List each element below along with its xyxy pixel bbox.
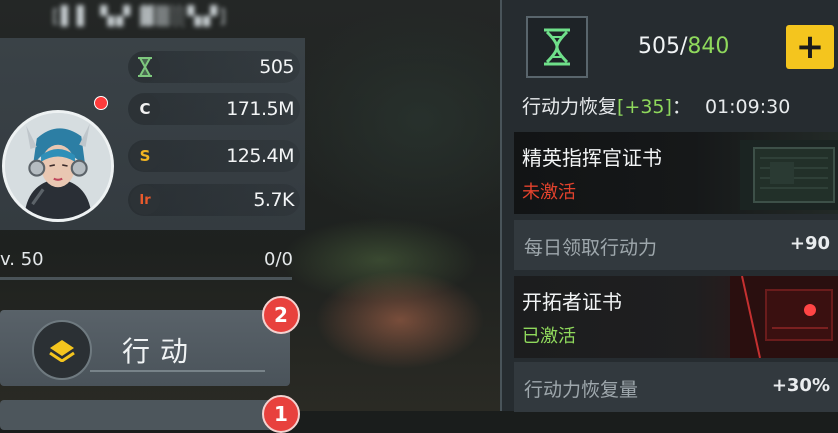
exp-progress-bar (0, 277, 292, 280)
elite-card-artwork (740, 140, 838, 210)
daily-stamina-value: +90 (789, 233, 830, 254)
divider (90, 370, 265, 372)
recovery-row: 行动力恢复[+35]： 01:09:30 (522, 92, 790, 119)
recovery-colon: ： (671, 96, 691, 118)
secondary-notification-badge: 1 (262, 395, 300, 433)
stamina-value: 505 (259, 56, 294, 78)
daily-stamina-row: 每日领取行动力 +90 (514, 220, 838, 270)
add-stamina-button[interactable]: + (786, 25, 834, 69)
player-exp: 0/0 (264, 249, 293, 270)
dna-hourglass-icon (544, 28, 570, 66)
gold-value: 125.4M (226, 145, 294, 167)
hourglass-icon (130, 52, 160, 82)
recovery-timer: 01:09:30 (704, 96, 791, 118)
avatar-notification-dot (94, 96, 108, 110)
elite-commander-card[interactable]: 精英指挥官证书 未激活 (514, 132, 838, 214)
stat-row-credits: C 171.5M (128, 93, 300, 125)
stamina-panel: 505/840 + 行动力恢复[+35]： 01:09:30 精英指挥官证书 未激… (500, 0, 838, 412)
stamina-current: 505 (638, 34, 680, 59)
player-name: [▌▌ ▚▞ ▓▒░▚▞] (52, 6, 229, 27)
stat-row-premium: Ir 5.7K (128, 184, 300, 216)
credits-value: 171.5M (226, 98, 294, 120)
pioneer-card[interactable]: 开拓者证书 已激活 (514, 276, 838, 358)
stamina-max: 840 (687, 34, 730, 59)
premium-value: 5.7K (253, 189, 294, 211)
recovery-label: 行动力恢复 (522, 96, 618, 118)
stat-row-stamina: 505 (128, 51, 300, 83)
action-chevron-icon (32, 320, 92, 380)
action-button-label: 行动 (122, 335, 199, 368)
elite-card-title: 精英指挥官证书 (522, 146, 662, 170)
credit-coin-icon: C (130, 94, 160, 124)
level-row: v. 50 0/0 (0, 243, 305, 283)
elite-card-status: 未激活 (522, 182, 576, 203)
gold-coin-icon: S (130, 141, 160, 171)
daily-stamina-label: 每日领取行动力 (524, 237, 658, 259)
recovery-bonus-label: 行动力恢复量 (524, 379, 639, 401)
player-level: v. 50 (0, 249, 44, 270)
character-portrait-icon (5, 113, 111, 219)
action-button[interactable]: 行动 (0, 310, 290, 386)
secondary-menu-button[interactable] (0, 400, 290, 430)
recovery-bonus-value: +30% (771, 375, 830, 396)
premium-currency-icon: Ir (130, 185, 160, 215)
stat-row-gold: S 125.4M (128, 140, 300, 172)
stamina-count: 505/840 (638, 34, 729, 59)
avatar[interactable] (2, 110, 114, 222)
pioneer-card-title: 开拓者证书 (522, 290, 622, 314)
pioneer-card-status: 已激活 (522, 326, 576, 347)
recovery-rate: [+35] (617, 96, 672, 118)
recovery-bonus-row: 行动力恢复量 +30% (514, 362, 838, 412)
pioneer-card-artwork (730, 276, 838, 358)
action-notification-badge: 2 (262, 296, 300, 334)
player-panel: [▌▌ ▚▞ ▓▒░▚▞] 505 C 171.5M S 125.4M Ir 5… (0, 0, 305, 433)
stamina-icon-frame (526, 16, 588, 78)
